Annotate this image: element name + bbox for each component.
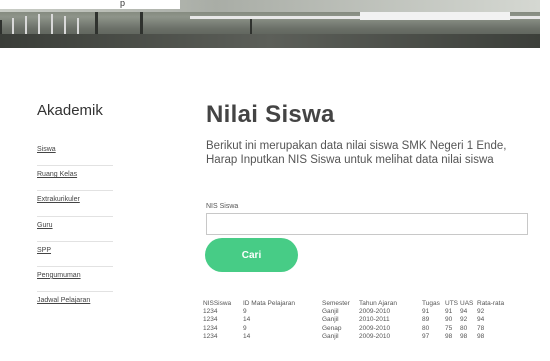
column-header: UTS [445,299,458,307]
table-row: 1234 14 Ganjil 2009-2010 97 98 98 98 [203,332,507,340]
sidebar-title: Akademik [37,102,103,119]
table-cell: 91 [422,307,430,315]
column-header: ID Mata Pelajaran [243,299,296,307]
nis-input[interactable] [206,213,528,235]
table-cell: 92 [477,307,485,315]
sidebar: Akademik Siswa Ruang Kelas Extrakurikule… [37,102,113,321]
table-cell: 97 [422,332,430,340]
grades-table: NISSiswa ID Mata Pelajaran Semester Tahu… [203,299,507,340]
column-header: Semester [322,299,350,307]
sidebar-item-siswa[interactable]: Siswa [37,145,113,167]
sidebar-item-jadwal-pelajaran[interactable]: Jadwal Pelajaran [37,296,113,317]
table-cell: 80 [422,324,430,332]
table-cell: 9 [243,307,247,315]
table-cell: 1234 [203,307,218,315]
table-cell: 78 [477,324,485,332]
table-cell: 2010-2011 [359,316,390,324]
table-cell: 2009-2010 [359,324,391,332]
page-title: Nilai Siswa [206,101,335,128]
table-header-row: NISSiswa ID Mata Pelajaran Semester Tahu… [203,299,507,307]
table-cell: 90 [445,316,453,324]
table-cell: Ganjil [322,316,339,324]
table-cell: 2009-2010 [359,307,391,315]
table-cell: 14 [243,332,251,340]
table-cell: 1234 [203,316,218,324]
table-row: 1234 14 Ganjil 2010-2011 89 90 92 94 [203,316,507,324]
table-cell: 94 [460,307,468,315]
sidebar-item-spp[interactable]: SPP [37,246,113,267]
column-header: Tahun Ajaran [359,299,397,307]
table-cell: 1234 [203,332,218,340]
sidebar-item-pengumuman[interactable]: Pengumuman [37,271,113,293]
table-cell: 9 [243,324,247,332]
table-cell: 2009-2010 [359,332,391,340]
table-cell: 91 [445,307,453,315]
sidebar-item-ruang-kelas[interactable]: Ruang Kelas [37,170,113,192]
table-row: 1234 9 Ganjil 2009-2010 91 91 94 92 [203,307,507,315]
table-cell: 98 [477,332,485,340]
page-description: Berikut ini merupakan data nilai siswa S… [206,140,507,166]
column-header: Rata-rata [477,299,505,307]
table-cell: Ganjil [322,332,339,340]
table-cell: 1234 [203,324,218,332]
table-cell: 98 [460,332,468,340]
table-cell: 89 [422,316,430,324]
header-banner: p [0,0,550,48]
table-cell: 80 [460,324,468,332]
column-header: NISSiswa [203,299,232,307]
table-row: 1234 9 Genap 2009-2010 80 75 80 78 [203,324,507,332]
sidebar-item-extrakurikuler[interactable]: Extrakurikuler [37,195,113,217]
table-cell: Genap [322,324,342,332]
table-cell: 92 [460,316,468,324]
table-cell: 98 [445,332,453,340]
search-button[interactable]: Cari [205,238,298,272]
banner-partial-text: p [120,0,126,8]
table-cell: 14 [243,316,251,324]
main-content: Nilai Siswa Berikut ini merupakan data n… [206,101,530,167]
table-cell: 94 [477,316,485,324]
table-cell: 75 [445,324,453,332]
table-cell: Ganjil [322,307,339,315]
sidebar-item-guru[interactable]: Guru [37,221,113,242]
column-header: UAS [460,299,474,307]
nis-field-label: NIS Siswa [206,203,239,210]
column-header: Tugas [422,299,440,307]
